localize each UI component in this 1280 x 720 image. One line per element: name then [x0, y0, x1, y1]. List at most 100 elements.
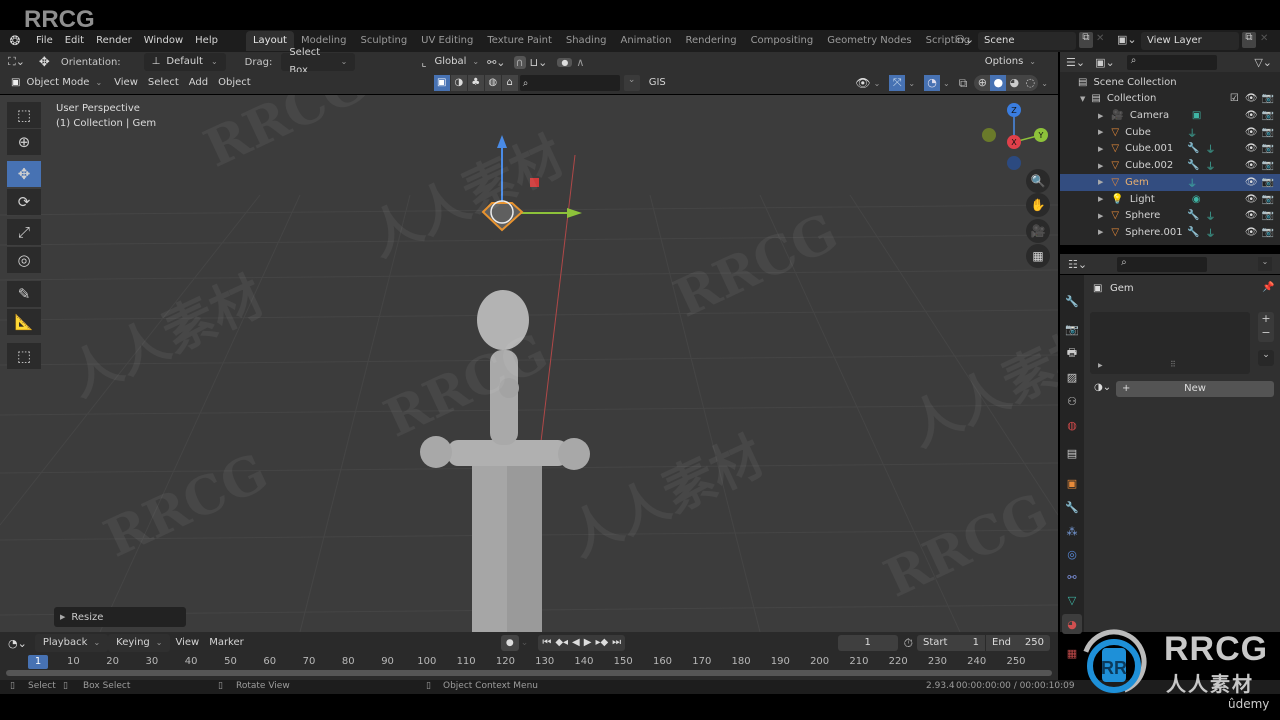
pan-view-button[interactable]: ✋	[1026, 193, 1050, 217]
scene-icon[interactable]: ♣	[467, 75, 484, 91]
timeline-editor-type-icon[interactable]: ◔⌄	[8, 637, 27, 650]
expand-arrow-icon[interactable]: ▶	[1098, 228, 1103, 236]
visibility-eye-icon[interactable]: 👁	[1245, 110, 1258, 121]
jump-end-icon[interactable]: ⏭	[612, 635, 621, 651]
display-mode-icon[interactable]: ▣⌄	[1095, 56, 1115, 69]
expand-arrow-icon[interactable]: ▶	[1098, 162, 1103, 170]
tool-scale[interactable]: ⤢	[7, 219, 41, 245]
outliner-item-light[interactable]: ▶ 💡 Light ◉ 👁 📷	[1060, 191, 1280, 208]
workspace-tab-compositing[interactable]: Compositing	[744, 31, 821, 51]
workspace-tab-rendering[interactable]: Rendering	[678, 31, 743, 51]
prev-keyframe-icon[interactable]: ◆◂	[555, 635, 568, 651]
mode-dropdown[interactable]: ▣ Object Mode ⌄	[8, 74, 105, 92]
render-camera-icon[interactable]: 📷	[1262, 143, 1274, 154]
tool-measure[interactable]: 📐	[7, 309, 41, 335]
properties-tab-data[interactable]: ▽	[1062, 590, 1082, 610]
visibility-eye-icon[interactable]: 👁	[1245, 143, 1258, 154]
sword-model[interactable]	[410, 290, 600, 632]
outliner-item-sphere-001[interactable]: ▶ ▽ Sphere.001 🔧 ⏚ 👁 📷	[1060, 224, 1280, 241]
delete-scene-icon[interactable]: ✕	[1096, 33, 1104, 44]
view-layer-selector-icon[interactable]: ▣⌄	[1117, 33, 1137, 46]
timeline-marker-menu[interactable]: Marker	[204, 634, 249, 652]
browse-material-icon[interactable]: ◑⌄	[1094, 382, 1111, 393]
scene-selector-icon[interactable]: ⚇⌄	[955, 33, 974, 46]
new-view-layer-icon[interactable]: ⧉	[1242, 32, 1256, 48]
render-camera-icon[interactable]: 📷	[1262, 194, 1274, 205]
properties-tab-collection[interactable]: ▤	[1062, 443, 1082, 463]
options-dropdown[interactable]: Options ⌄	[977, 53, 1044, 71]
start-frame-field[interactable]: Start 1	[917, 635, 985, 651]
new-material-button[interactable]: + New	[1116, 381, 1274, 397]
material-slot-list[interactable]: ▶ ⠿	[1090, 312, 1250, 374]
mesh-data-icon[interactable]: ⏚	[1187, 175, 1197, 190]
outliner-item-gem[interactable]: ▶ ▽ Gem ⏚ 👁 📷	[1060, 173, 1280, 191]
tool-transform[interactable]: ◎	[7, 247, 41, 273]
expand-arrow-icon[interactable]: ▶	[1098, 128, 1103, 136]
menu-help[interactable]: Help	[189, 30, 224, 52]
end-frame-field[interactable]: End 250	[986, 635, 1050, 651]
expand-arrow-icon[interactable]: ▶	[1098, 362, 1103, 369]
menu-window[interactable]: Window	[138, 30, 189, 52]
menu-select[interactable]: Select	[143, 74, 184, 92]
mesh-data-icon[interactable]: ⏚	[1206, 225, 1216, 240]
brush-icon[interactable]: ⌂	[501, 75, 518, 91]
expand-arrow-icon[interactable]: ▶	[1098, 112, 1103, 120]
workspace-tab-sculpting[interactable]: Sculpting	[353, 31, 414, 51]
outliner-search-input[interactable]: ⌕	[1126, 54, 1217, 70]
gis-menu[interactable]: GIS	[644, 74, 671, 92]
properties-tab-modifiers[interactable]: 🔧	[1062, 497, 1082, 517]
properties-editor-type-icon[interactable]: ☷⌄	[1068, 258, 1087, 271]
render-camera-icon[interactable]: 📷	[1262, 227, 1274, 238]
material-preview-icon[interactable]: ◕	[1006, 75, 1023, 91]
editor-type-icon[interactable]: ⛶⌄	[8, 55, 25, 69]
zoom-view-button[interactable]: 🔍	[1026, 169, 1050, 193]
outliner-item-cube-001[interactable]: ▶ ▽ Cube.001 🔧 ⏚ 👁 📷	[1060, 140, 1280, 157]
solid-shading-icon[interactable]: ●	[990, 75, 1007, 91]
render-camera-icon[interactable]: 📷	[1262, 210, 1274, 221]
filter-icon[interactable]: ▽⌄	[1254, 56, 1272, 69]
properties-tab-object[interactable]: ▣	[1062, 473, 1082, 493]
outliner-item-sphere[interactable]: ▶ ▽ Sphere 🔧 ⏚ 👁 📷	[1060, 207, 1280, 224]
mesh-data-icon[interactable]: ⏚	[1206, 141, 1216, 156]
properties-tab-constraints[interactable]: ⚯	[1062, 567, 1082, 587]
workspace-tab-texture-paint[interactable]: Texture Paint	[480, 31, 559, 51]
keying-set-icon[interactable]: ⌄	[521, 638, 529, 648]
menu-edit[interactable]: Edit	[59, 30, 90, 52]
modifier-icon[interactable]: 🔧	[1187, 160, 1199, 171]
auto-keying-icon[interactable]: ●	[500, 635, 519, 651]
current-frame-field[interactable]: 1	[837, 635, 898, 651]
properties-tab-tool[interactable]: 🔧	[1062, 291, 1082, 311]
proportional-edit-icon[interactable]: ●	[557, 57, 573, 67]
render-camera-icon[interactable]: 📷	[1262, 110, 1274, 121]
properties-tab-physics[interactable]: ◎	[1062, 544, 1082, 564]
material-specials-icon[interactable]: ⌄	[1258, 350, 1274, 366]
modifier-icon[interactable]: 🔧	[1187, 227, 1199, 238]
properties-tab-scene[interactable]: ⚇	[1062, 391, 1082, 411]
render-camera-icon[interactable]: 📷	[1262, 93, 1274, 104]
pin-icon[interactable]: 📌	[1262, 282, 1274, 293]
render-camera-icon[interactable]: 📷	[1262, 177, 1274, 188]
timeline-view-menu[interactable]: View	[170, 634, 204, 652]
properties-tab-view-layer[interactable]: ▨	[1062, 367, 1082, 387]
drag-dropdown[interactable]: Select Box ⌄	[281, 47, 356, 76]
timeline-scrollbar[interactable]	[6, 670, 1052, 676]
modifier-icon[interactable]: 🔧	[1187, 210, 1199, 221]
menu-render[interactable]: Render	[90, 30, 138, 52]
outliner-scene-collection[interactable]: ▤ Scene Collection	[1060, 74, 1280, 91]
blender-logo-icon[interactable]: ❂	[0, 34, 30, 49]
3d-viewport[interactable]: User Perspective (1) Collection | Gem ⬚ …	[0, 95, 1058, 632]
menu-view[interactable]: View	[109, 74, 143, 92]
modifier-icon[interactable]: 🔧	[1187, 143, 1199, 154]
outliner-collection[interactable]: ▼ ▤ Collection ☑ 👁 📷	[1060, 90, 1280, 107]
expand-arrow-icon[interactable]: ▶	[1098, 178, 1103, 186]
minus-icon[interactable]: −	[1258, 326, 1274, 340]
visibility-eye-icon[interactable]: 👁	[1245, 127, 1258, 138]
pivot-point-icon[interactable]: ⚯⌄	[487, 56, 505, 69]
visibility-eye-icon[interactable]: 👁	[1245, 160, 1258, 171]
playhead-frame-indicator[interactable]: 1	[28, 655, 48, 669]
properties-tab-output[interactable]: 🖶	[1062, 343, 1082, 363]
last-operator-panel[interactable]: ▶ Resize	[54, 607, 186, 627]
transform-gizmo[interactable]	[470, 130, 590, 240]
playback-menu[interactable]: Playback ⌄	[34, 634, 109, 652]
render-camera-icon[interactable]: 📷	[1262, 127, 1274, 138]
